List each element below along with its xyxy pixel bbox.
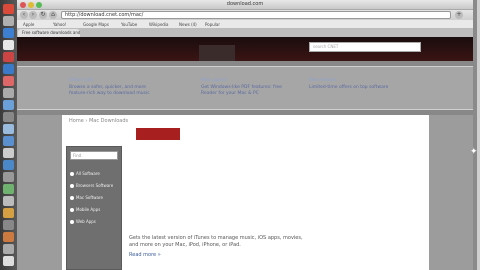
filter-option[interactable]: Mac Software (70, 195, 103, 200)
radio-icon[interactable] (70, 184, 74, 188)
app-icon[interactable] (3, 88, 14, 98)
left-gutter (17, 115, 62, 270)
filter-option[interactable]: Browsers Software (70, 183, 113, 188)
close-window-icon[interactable] (20, 2, 26, 8)
app-icon[interactable] (3, 208, 14, 218)
breadcrumb[interactable]: Home › Mac Downloads (69, 118, 128, 124)
back-icon[interactable]: ‹ (20, 11, 28, 19)
radio-icon[interactable] (70, 220, 74, 224)
calendar-icon[interactable] (3, 40, 14, 50)
promo-row: Editors' pick Browse a safer, quicker, a… (17, 66, 473, 110)
bookmark-item[interactable]: Apple (23, 22, 34, 27)
app-icon[interactable] (3, 148, 14, 158)
promo-item[interactable]: Editors' pick Browse a safer, quicker, a… (69, 77, 165, 97)
safari-icon[interactable] (3, 28, 14, 38)
app-icon[interactable] (3, 112, 14, 122)
app-icon[interactable] (3, 124, 14, 134)
nav-toolbar: ‹ › ↻ ⌂ http://download.cnet.com/mac/ + (17, 10, 473, 20)
filter-search-input[interactable]: Find (70, 151, 118, 160)
minimize-window-icon[interactable] (28, 2, 34, 8)
site-search-input[interactable]: search CNET (309, 42, 421, 52)
title-bar: download.com (17, 0, 473, 10)
filter-option-label: Browsers Software (76, 183, 114, 188)
zoom-window-icon[interactable] (36, 2, 42, 8)
promo-heading: Editors' pick (69, 77, 94, 82)
tab-bar: Free software downloads and soft... (17, 29, 473, 37)
section-banner (136, 128, 180, 140)
bookmarks-bar: Apple Yahoo! Google Maps YouTube Wikiped… (17, 20, 473, 29)
app-icon[interactable] (3, 220, 14, 230)
header-nav-tab[interactable] (199, 45, 235, 61)
promo-heading: Most popular (201, 77, 228, 82)
app-icon[interactable] (3, 232, 14, 242)
filter-option-label: Mobile Apps (76, 207, 101, 212)
itunes-icon[interactable] (3, 64, 14, 74)
desktop-dock (0, 0, 17, 270)
bookmark-item[interactable]: YouTube (121, 22, 137, 27)
app-icon[interactable] (3, 76, 14, 86)
tab-active[interactable]: Free software downloads and soft... (18, 29, 80, 37)
filter-option[interactable]: Web Apps (70, 219, 96, 224)
photos-icon[interactable] (3, 52, 14, 62)
radio-icon[interactable] (70, 196, 74, 200)
app-icon[interactable] (3, 100, 14, 110)
promo-text: Browse a safer, quicker, and more featur… (69, 85, 150, 96)
app-icon[interactable] (3, 172, 14, 182)
filter-option[interactable]: All Software (70, 171, 100, 176)
site-header: search CNET (17, 37, 473, 61)
mail-icon[interactable] (3, 16, 14, 26)
bookmark-item[interactable]: Yahoo! (53, 22, 66, 27)
window-title: download.com (226, 1, 264, 7)
filter-option[interactable]: Mobile Apps (70, 207, 100, 212)
finder-icon[interactable] (3, 4, 14, 14)
app-icon[interactable] (3, 196, 14, 206)
reload-icon[interactable]: ↻ (39, 11, 47, 19)
app-icon[interactable] (3, 184, 14, 194)
app-icon[interactable] (3, 160, 14, 170)
home-icon[interactable]: ⌂ (49, 11, 57, 19)
filter-option-label: All Software (76, 171, 100, 176)
radio-icon[interactable] (70, 172, 74, 176)
trash-icon[interactable] (3, 256, 14, 266)
web-page: search CNET Editors' pick Browse a safer… (17, 37, 473, 270)
promo-text: Limited-time offers on top software (309, 85, 389, 90)
filter-option-label: Mac Software (76, 195, 104, 200)
promo-text: Get Windows-like PDF features: free Read… (201, 85, 282, 96)
filter-panel: Find All Software Browsers Software Mac … (66, 146, 122, 270)
promo-item[interactable]: New releases Limited-time offers on top … (309, 77, 405, 91)
forward-icon[interactable]: › (29, 11, 37, 19)
radio-icon[interactable] (70, 208, 74, 212)
read-more-link[interactable]: Read more » (129, 252, 161, 258)
bookmark-item[interactable]: News (4) (179, 22, 197, 27)
filter-option-label: Web Apps (76, 219, 96, 224)
address-bar[interactable]: http://download.cnet.com/mac/ (61, 11, 451, 19)
browser-window: download.com ‹ › ↻ ⌂ http://download.cne… (17, 0, 473, 270)
promo-heading: New releases (309, 77, 336, 82)
app-icon[interactable] (3, 244, 14, 254)
article-description: Gets the latest version of iTunes to man… (129, 235, 303, 248)
promo-item[interactable]: Most popular Get Windows-like PDF featur… (201, 77, 297, 97)
bookmark-item[interactable]: Wikipedia (149, 22, 169, 27)
bookmark-item[interactable]: Popular (205, 22, 220, 27)
right-gutter (429, 115, 473, 270)
add-bookmark-icon[interactable]: + (455, 11, 463, 19)
app-icon[interactable] (3, 136, 14, 146)
bookmark-item[interactable]: Google Maps (83, 22, 109, 27)
sparkle-icon: ✦ (470, 147, 478, 157)
